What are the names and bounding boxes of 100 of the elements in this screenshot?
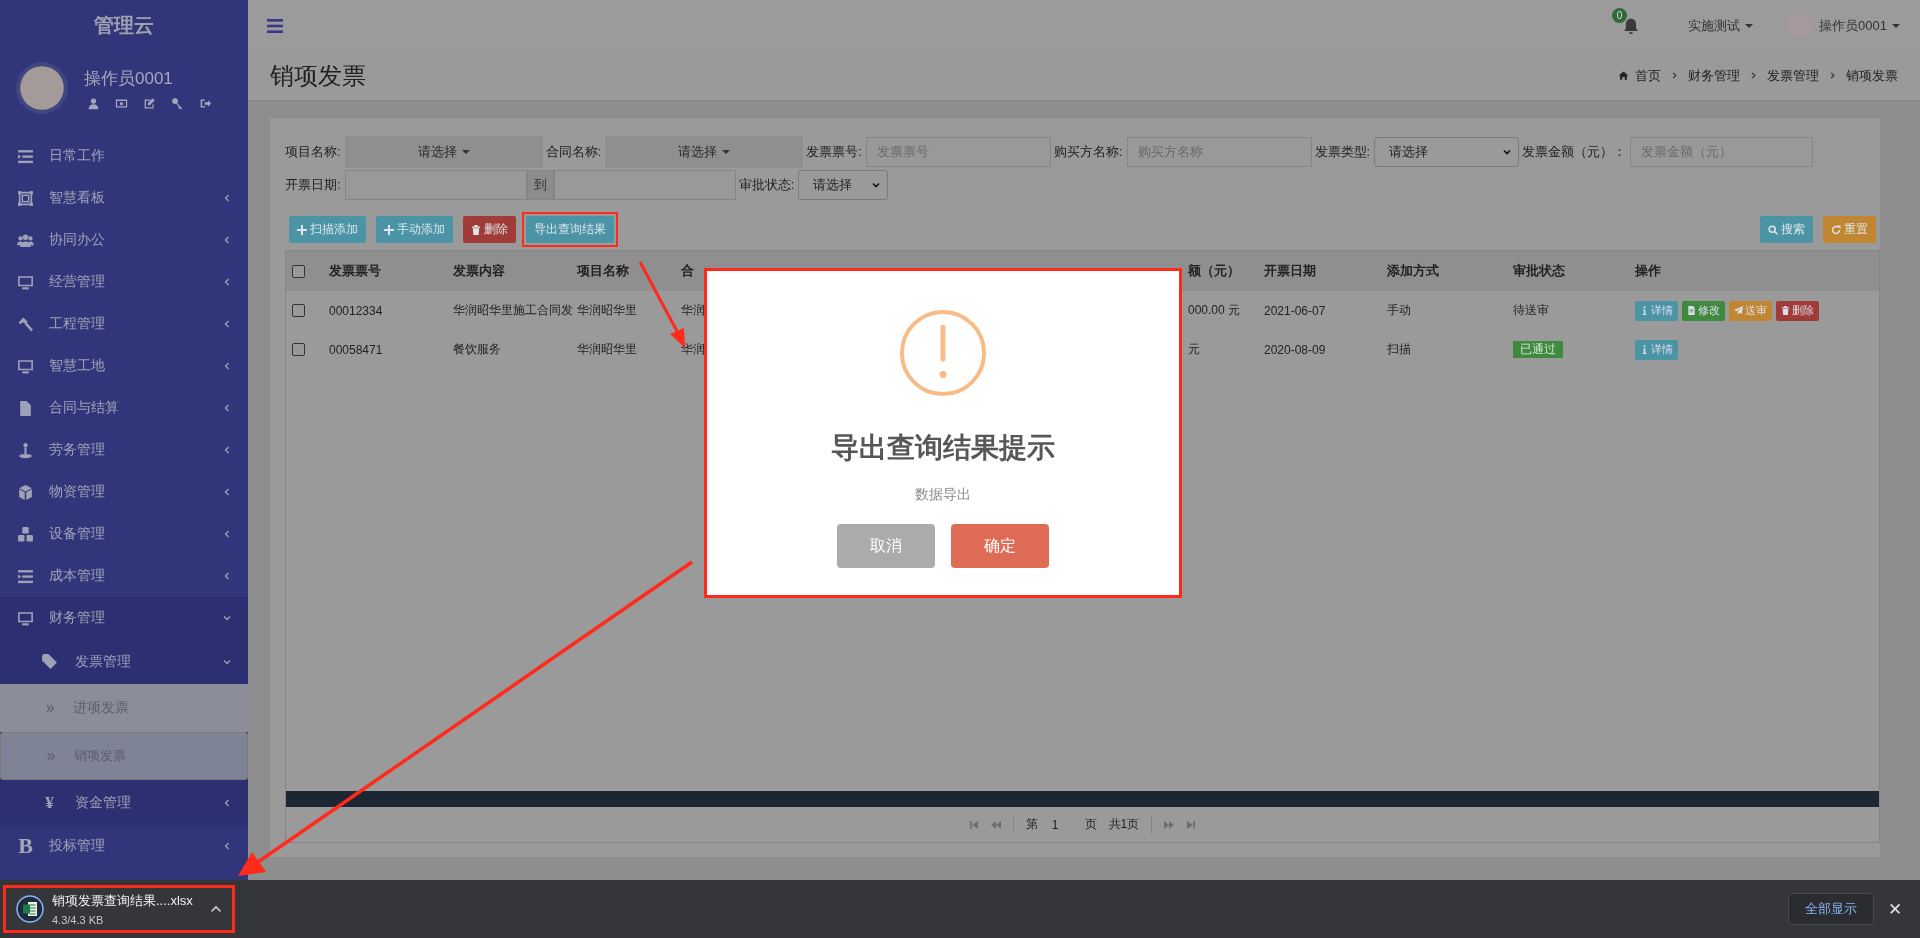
chevron-left-icon [222,529,232,539]
menu-item[interactable]: 成本管理 [0,555,248,597]
page-number-field[interactable]: 1 [1049,817,1073,832]
dropdown-button[interactable]: 请选择 [605,135,804,168]
menu-item[interactable]: 发票管理 [0,639,248,684]
show-all-button[interactable]: 全部显示 [1788,893,1874,925]
dialog-title: 导出查询结果提示 [831,431,1055,465]
chevron-left-icon [222,571,232,581]
trash-icon [471,224,481,235]
checkbox[interactable] [292,304,305,317]
select-field[interactable]: 请选择 [798,169,889,200]
confirm-button[interactable]: 确定 [951,524,1049,568]
download-item[interactable]: 销项发票查询结果....xlsx 4.3/4.3 KB [3,885,235,933]
range-separator: 到 [526,169,554,200]
field-label: 开票日期: [285,175,342,194]
table-cell-text: 2021-06-07 [1263,303,1327,318]
chevron-down-icon [222,613,232,623]
menu-icon[interactable] [267,18,283,33]
page-title: 销项发票 [270,60,366,91]
breadcrumb-link[interactable]: 销项发票 [1846,66,1898,85]
column-header: 发票票号 [328,262,382,280]
checkbox[interactable] [292,264,305,278]
home-icon [1618,70,1629,81]
refresh-icon [1831,224,1841,235]
toolbar-button[interactable]: 重置 [1823,216,1876,243]
chevron-left-icon [222,361,232,371]
table-cell-text: 华润 [680,302,706,319]
column-header: 开票日期 [1263,262,1317,280]
breadcrumb-link[interactable]: 首页 [1635,66,1661,85]
notification-badge: 0 [1612,7,1628,23]
column-header: 额（元） [1187,262,1241,280]
table-cell-text: 元 [1187,341,1201,358]
column-header: 合 [680,262,695,280]
menu-item[interactable]: 合同与结算 [0,387,248,429]
field-label: 发票类型: [1314,142,1372,161]
menu-item[interactable]: 财务管理 [0,597,248,639]
chevron-left-icon [222,277,232,287]
table-cell-text: 扫描 [1386,341,1412,358]
chevron-left-icon [222,235,232,245]
tag-icon [41,653,58,670]
yen-icon: ¥ [41,792,58,813]
table-cell-text: 2020-08-09 [1263,342,1327,357]
spreadsheet-file-icon [16,895,44,923]
select-field[interactable]: 请选择 [1374,136,1520,167]
action-button[interactable]: 详情 [1635,300,1678,321]
plus-icon [384,224,394,235]
menu-item[interactable]: 协同办公 [0,219,248,261]
toolbar-button[interactable]: 手动添加 [376,216,453,243]
breadcrumb-link[interactable]: 财务管理 [1688,66,1740,85]
edit-icon[interactable] [143,97,156,110]
menu-item[interactable]: 设备管理 [0,513,248,555]
trash-icon [1781,306,1790,315]
user-name: 操作员0001 [84,68,174,90]
column-header: 操作 [1634,262,1662,280]
action-button[interactable]: 详情 [1635,339,1678,360]
table-cell-text: 华润 [680,341,706,358]
toolbar-button[interactable]: 删除 [463,216,516,243]
action-button[interactable]: 送审 [1729,300,1772,321]
sign-out-icon[interactable] [199,97,212,110]
column-header: 项目名称 [575,262,630,280]
page-label: 第 [1025,816,1038,833]
checkbox[interactable] [292,343,305,356]
breadcrumb-link[interactable]: 发票管理 [1767,66,1819,85]
close-button[interactable]: ✕ [1880,898,1910,920]
toolbar-button[interactable]: 搜索 [1760,216,1813,243]
table-cell-text: 000.00 元 [1187,302,1242,319]
toolbar-button[interactable]: 扫描添加 [289,216,366,243]
column-header: 发票内容 [452,262,506,280]
menu-item[interactable]: 经营管理 [0,261,248,303]
double-chevron-icon [45,702,56,714]
document-icon [17,399,34,417]
cancel-button[interactable]: 取消 [837,524,935,568]
avatar[interactable] [15,61,69,115]
dropdown-button[interactable]: 请选择 [344,135,543,168]
action-button[interactable]: 修改 [1682,300,1725,321]
key-icon[interactable] [171,97,184,110]
menu-item[interactable]: B 投标管理 [0,825,248,867]
monitor-icon [17,609,34,627]
menu-item[interactable]: 智慧工地 [0,345,248,387]
toolbar-button[interactable]: 导出查询结果 [526,216,614,243]
user-dropdown[interactable]: 操作员0001 [1787,13,1900,38]
menu-item[interactable]: 智慧看板 [0,177,248,219]
chevron-up-icon [210,905,222,913]
field-label: 合同名称: [545,142,603,161]
scrollbar[interactable] [286,791,1879,807]
menu-item[interactable]: ¥ 资金管理 [0,780,248,825]
menu-item[interactable]: 日常工作 [0,135,248,177]
action-button[interactable]: 删除 [1776,300,1819,321]
project-dropdown[interactable]: 实施测试 [1688,16,1754,35]
field-label: 发票金额（元）： [1522,142,1628,161]
menu-item[interactable]: 劳务管理 [0,429,248,471]
user-icon[interactable] [87,97,100,110]
field-label: 审批状态: [738,175,796,194]
table-cell-text: 华润昭华里 [576,341,638,358]
menu-item[interactable]: 物资管理 [0,471,248,513]
menu-item[interactable]: 工程管理 [0,303,248,345]
double-chevron-icon [46,750,57,762]
id-card-icon[interactable] [115,97,128,110]
chevron-right-icon [1828,71,1837,80]
status-text: 待送审 [1513,303,1549,317]
